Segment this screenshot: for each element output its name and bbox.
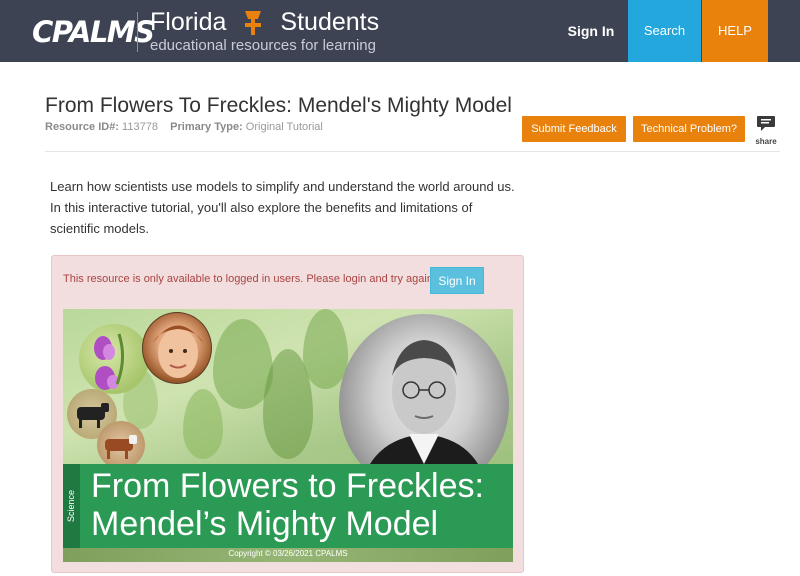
banner-title-line2: Mendel’s Mighty Model	[91, 505, 439, 543]
alert-sign-in-button[interactable]: Sign In	[430, 267, 484, 294]
header-divider	[45, 151, 780, 152]
brand-title-left: Florida	[150, 8, 227, 36]
submit-feedback-button[interactable]: Submit Feedback	[522, 116, 626, 142]
resource-id-value: 113778	[122, 121, 158, 133]
page-title: From Flowers To Freckles: Mendel's Might…	[45, 94, 512, 117]
brand-subtitle: educational resources for learning	[150, 37, 376, 54]
brand-divider	[137, 12, 138, 52]
leaf-shape	[183, 389, 223, 459]
share-label: share	[755, 137, 777, 146]
speech-bubble-icon	[756, 116, 776, 137]
subject-label: Science	[66, 489, 76, 523]
technical-problem-button[interactable]: Technical Problem?	[633, 116, 745, 142]
cpalms-logo[interactable]: CPALMS	[32, 14, 155, 50]
primary-type-value: Original Tutorial	[245, 121, 323, 133]
login-required-message: This resource is only available to logge…	[63, 273, 436, 285]
nav-search-button[interactable]: Search	[628, 0, 701, 62]
login-required-alert: This resource is only available to logge…	[51, 255, 524, 573]
flower-photo	[79, 324, 149, 394]
brand-title: Florida Students	[150, 8, 379, 37]
resource-meta: Resource ID#: 113778 Primary Type: Origi…	[45, 121, 323, 133]
tutorial-banner-image: Science From Flowers to Freckles: Mendel…	[63, 309, 513, 562]
logo-text: CPALMS	[32, 15, 155, 49]
banner-copyright: Copyright © 03/26/2021 CPALMS	[228, 549, 348, 558]
brown-cow-photo	[97, 421, 145, 469]
resource-description: Learn how scientists use models to simpl…	[50, 179, 515, 236]
nav-help-button[interactable]: HELP	[702, 0, 768, 62]
resource-id-label: Resource ID#:	[45, 121, 119, 133]
torch-icon	[240, 9, 266, 37]
primary-type-label: Primary Type:	[170, 121, 243, 133]
brand-title-right: Students	[280, 8, 380, 36]
site-header: CPALMS Florida Students educational reso…	[0, 0, 800, 62]
nav-sign-in-button[interactable]: Sign In	[555, 0, 627, 62]
leaf-shape	[303, 309, 348, 389]
share-button[interactable]: share	[753, 115, 779, 147]
banner-title-line1: From Flowers to Freckles:	[91, 467, 484, 505]
boy-with-freckles-photo	[142, 312, 212, 384]
